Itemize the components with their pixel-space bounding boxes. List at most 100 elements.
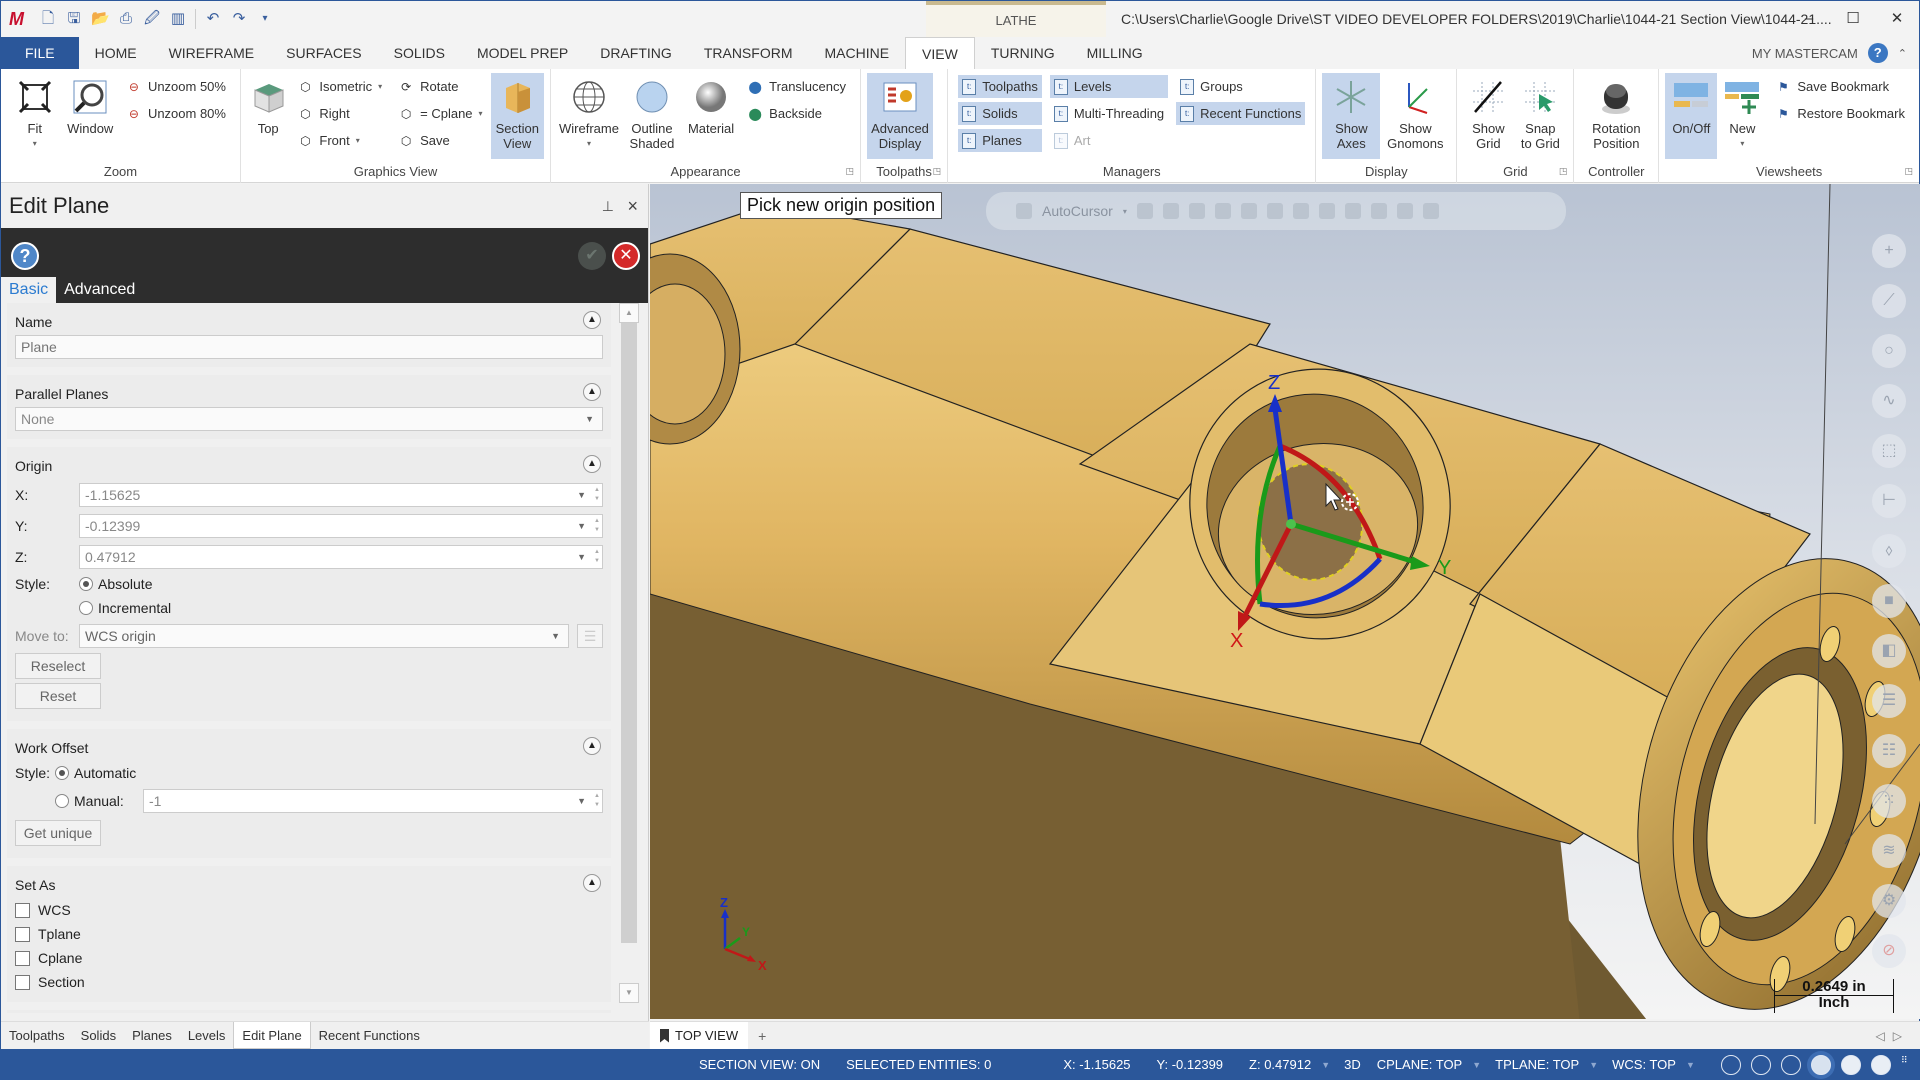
undo-select-icon[interactable] xyxy=(1422,203,1439,219)
move-to-select[interactable]: WCS origin ▼ xyxy=(79,623,569,648)
collapse-icon[interactable]: ▲ xyxy=(583,383,601,401)
chevron-down-icon[interactable]: ▼ xyxy=(577,546,586,568)
print-icon[interactable]: ⎙ xyxy=(117,10,135,28)
plus-icon[interactable]: + xyxy=(1872,234,1906,268)
box-icon[interactable]: ⬚ xyxy=(1872,434,1906,468)
planes-manager-toggle[interactable]: t: Planes xyxy=(958,129,1042,152)
manager-tab-toolpaths[interactable]: Toolpaths xyxy=(1,1022,73,1049)
manager-tab-edit-plane[interactable]: Edit Plane xyxy=(233,1022,311,1049)
pin-icon[interactable]: ⊥ xyxy=(602,184,614,228)
scrollbar-thumb[interactable] xyxy=(621,323,637,943)
solid-icon[interactable]: ⬨ xyxy=(1872,534,1906,568)
save-as-icon[interactable]: 🖉 xyxy=(143,10,161,28)
undo-icon[interactable]: ↶ xyxy=(204,10,222,28)
set-as-tplane-checkbox[interactable]: Tplane xyxy=(15,922,603,946)
line-icon[interactable]: ⟋ xyxy=(1872,284,1906,318)
scroll-down-icon[interactable]: ▼ xyxy=(619,983,639,1003)
shaded-no-outline-icon[interactable] xyxy=(1841,1054,1861,1075)
plane-name-input[interactable] xyxy=(15,335,603,359)
close-button[interactable]: ✕ xyxy=(1875,1,1919,37)
panel-close-icon[interactable]: × xyxy=(627,184,638,228)
manager-tab-levels[interactable]: Levels xyxy=(180,1022,234,1049)
unzoom-50-button[interactable]: ⊖ Unzoom 50% xyxy=(122,75,230,98)
dialog-launcher-icon[interactable]: ◳ xyxy=(1904,166,1913,177)
chevron-down-icon[interactable]: ▼ xyxy=(577,484,586,506)
hidden-line-mode-icon[interactable] xyxy=(1751,1054,1771,1075)
origin-x-input[interactable]: -1.15625 ▼ ▲ ▼ xyxy=(79,482,603,507)
cube-icon[interactable]: ■ xyxy=(1872,584,1906,618)
spinner-icon[interactable]: ▲ ▼ xyxy=(594,792,600,810)
chevron-down-icon[interactable]: ▾ xyxy=(1123,207,1127,216)
absolute-radio[interactable]: Absolute xyxy=(79,576,152,592)
panel-scrollbar[interactable]: ▲ ▼ xyxy=(619,303,639,1003)
set-as-cplane-checkbox[interactable]: Cplane xyxy=(15,946,603,970)
set-as-wcs-checkbox[interactable]: WCS xyxy=(15,898,603,922)
filter2-icon[interactable] xyxy=(1240,203,1257,219)
save-view-button[interactable]: ⬡ Save xyxy=(394,129,486,152)
art-manager-toggle[interactable]: t: Art xyxy=(1050,129,1168,152)
grid-icon[interactable]: ⁙ xyxy=(1872,784,1906,818)
rotation-position-button[interactable]: Rotation Position xyxy=(1580,73,1652,159)
solid-select-icon[interactable] xyxy=(1292,203,1309,219)
gizmo-origin[interactable] xyxy=(1286,519,1296,529)
viewsheets-onoff-button[interactable]: On/Off xyxy=(1665,73,1718,159)
wireframe-mode-icon[interactable] xyxy=(1721,1054,1741,1075)
view-mode-3d[interactable]: 3D xyxy=(1344,1057,1361,1072)
parallel-planes-select[interactable]: None ▼ xyxy=(15,407,603,431)
wireframe-button[interactable]: Wireframe ▾ xyxy=(557,73,621,159)
section-view-status[interactable]: SECTION VIEW: ON xyxy=(699,1057,820,1072)
incremental-radio[interactable]: Incremental xyxy=(79,600,171,616)
spinner-icon[interactable]: ▲ ▼ xyxy=(594,548,600,566)
merge-icon[interactable]: ▥ xyxy=(169,10,187,28)
gear-icon[interactable]: ⚙ xyxy=(1872,884,1906,918)
graphics-viewport[interactable]: Z Y X Pick new origin position AutoCurso… xyxy=(650,184,1920,1019)
manager-tab-recent-functions[interactable]: Recent Functions xyxy=(311,1022,428,1049)
filter3-icon[interactable] xyxy=(1266,203,1283,219)
rotate-button[interactable]: ⟳ Rotate xyxy=(394,75,486,98)
multithreading-manager-toggle[interactable]: t: Multi-Threading xyxy=(1050,102,1168,125)
material-button[interactable]: Material xyxy=(683,73,739,159)
autocursor-button[interactable]: AutoCursor xyxy=(1042,203,1113,219)
tab-advanced[interactable]: Advanced xyxy=(56,277,143,303)
spinner-icon[interactable]: ▲ ▼ xyxy=(594,486,600,504)
chain-select-icon[interactable] xyxy=(1318,203,1335,219)
dialog-launcher-icon[interactable]: ◳ xyxy=(933,166,942,177)
save-icon[interactable]: 🖫 xyxy=(65,10,83,28)
stack-icon[interactable]: ≋ xyxy=(1872,834,1906,868)
collapse-icon[interactable]: ▲ xyxy=(583,737,601,755)
select-icon[interactable] xyxy=(1188,203,1205,219)
customize-qat-icon[interactable]: ▾ xyxy=(256,10,274,28)
get-unique-button[interactable]: Get unique xyxy=(15,820,101,846)
backside-button[interactable]: ⬤ Backside xyxy=(743,102,850,125)
chevron-down-icon[interactable]: ▼ xyxy=(1321,1060,1330,1070)
new-viewsheet-button[interactable]: New ▾ xyxy=(1717,73,1767,159)
lathe-context-tab[interactable]: LATHE xyxy=(926,1,1106,37)
window-zoom-button[interactable]: Window xyxy=(62,73,117,159)
advanced-display-button[interactable]: Advanced Display xyxy=(867,73,933,159)
help-icon[interactable]: ? xyxy=(1867,43,1888,63)
spline-icon[interactable]: ∿ xyxy=(1872,384,1906,418)
collapse-icon[interactable]: ▲ xyxy=(583,874,601,892)
tab-drafting[interactable]: DRAFTING xyxy=(584,37,688,69)
fit-button[interactable]: Fit ▾ xyxy=(7,73,62,159)
tab-turning[interactable]: TURNING xyxy=(975,37,1071,69)
snap-to-grid-button[interactable]: Snap to Grid xyxy=(1513,73,1567,159)
tab-transform[interactable]: TRANSFORM xyxy=(688,37,809,69)
help-icon[interactable]: ? xyxy=(11,242,39,270)
new-file-icon[interactable]: 🗋 xyxy=(39,10,57,28)
translucency-mode-icon[interactable] xyxy=(1871,1054,1891,1075)
restore-bookmark-button[interactable]: ⚑ Restore Bookmark xyxy=(1771,102,1909,125)
toolpaths-manager-toggle[interactable]: t: Toolpaths xyxy=(958,75,1042,98)
dimension-icon[interactable]: ⊢ xyxy=(1872,484,1906,518)
reselect-button[interactable]: Reselect xyxy=(15,653,101,679)
tab-solids[interactable]: SOLIDS xyxy=(378,37,461,69)
filter-icon[interactable] xyxy=(1214,203,1231,219)
tab-milling[interactable]: MILLING xyxy=(1071,37,1159,69)
dialog-launcher-icon[interactable]: ◳ xyxy=(845,166,854,177)
collapse-icon[interactable]: ▲ xyxy=(583,311,601,329)
part-model[interactable]: Z Y X xyxy=(650,184,1920,1019)
tab-basic[interactable]: Basic xyxy=(1,277,57,303)
chevron-down-icon[interactable]: ▼ xyxy=(1589,1060,1598,1070)
levels-manager-toggle[interactable]: t: Levels xyxy=(1049,75,1169,98)
no-icon[interactable]: ⊘ xyxy=(1872,934,1906,968)
